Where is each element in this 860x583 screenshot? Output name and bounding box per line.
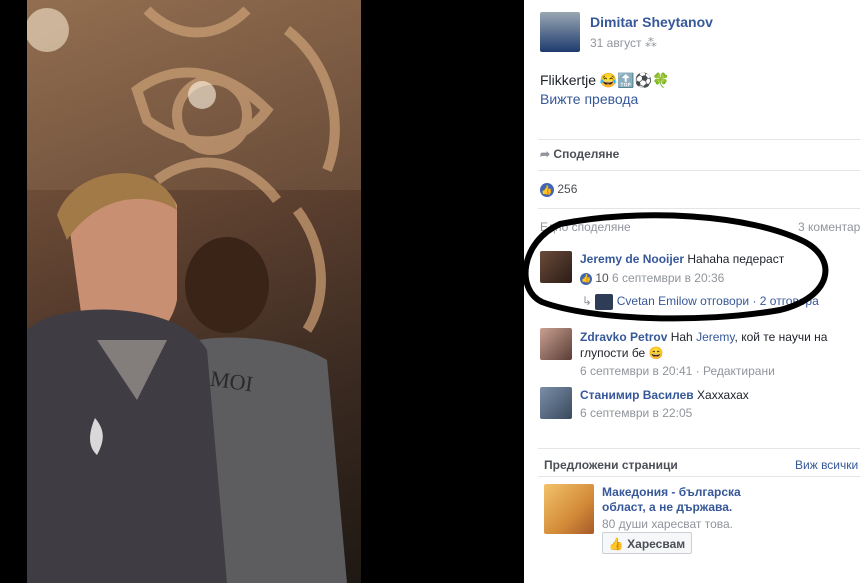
share-button[interactable]: ➦ Споделяне <box>540 147 619 161</box>
soccer-ball-emoji-icon: ⚽ <box>634 72 653 88</box>
laughing-emoji-icon: 😂 <box>599 72 618 88</box>
share-arrow-icon: ➦ <box>540 147 551 161</box>
thumbs-up-icon: 👍 <box>608 537 624 551</box>
comment-body: Станимир Василев Хаххахах <box>580 388 749 402</box>
like-thumb-icon: 👍 <box>540 182 554 197</box>
smile-emoji-icon: 😄 <box>648 346 664 360</box>
divider <box>538 139 860 140</box>
reactions-summary[interactable]: 👍 256 <box>540 182 577 197</box>
see-all-link[interactable]: Виж всички <box>795 458 858 472</box>
divider <box>538 448 860 449</box>
like-page-button[interactable]: 👍 Харесвам <box>602 532 692 554</box>
comment-edited[interactable]: · Редактирани <box>696 364 775 378</box>
share-label: Споделяне <box>553 147 620 161</box>
clover-emoji-icon: 🍀 <box>652 72 670 88</box>
divider <box>538 170 860 171</box>
commenter-avatar[interactable] <box>540 387 572 419</box>
suggested-pages-title: Предложени страници <box>544 458 678 472</box>
divider <box>538 476 860 477</box>
top-emoji-icon: 🔝 <box>617 72 635 88</box>
friends-icon: ⁂ <box>644 36 657 50</box>
suggested-page-likes: 80 души харесват това. <box>602 517 733 531</box>
post-photo[interactable]: BMOI <box>27 0 361 583</box>
comment-author[interactable]: Zdravko Petrov <box>580 330 667 344</box>
suggested-page-name[interactable]: Македония - българска област, а не държа… <box>602 485 741 515</box>
comment-mention[interactable]: Jeremy <box>696 330 734 344</box>
post-date-text[interactable]: 31 август <box>590 36 641 50</box>
author-avatar[interactable] <box>540 12 580 52</box>
suggested-page-image[interactable] <box>544 484 594 534</box>
comment-text: Хаххахах <box>697 388 749 402</box>
comment-meta: 6 септември в 20:41 · Редактирани <box>580 364 775 378</box>
comment-time[interactable]: 6 септември в 20:41 <box>580 364 692 378</box>
likes-count: 256 <box>557 182 578 196</box>
comment-text-line2: глупости бе <box>580 346 646 360</box>
annotation-oval-highlight <box>522 212 829 322</box>
suggested-page-name-line1: Македония - българска <box>602 485 741 499</box>
comment-text-prefix: Нah <box>670 330 693 344</box>
see-translation-link[interactable]: Вижте превода <box>540 91 638 107</box>
photo-viewer: BMOI <box>0 0 524 583</box>
like-page-label: Харесвам <box>627 537 686 551</box>
post-date[interactable]: 31 август ⁂ <box>590 36 657 50</box>
author-name[interactable]: Dimitar Sheytanov <box>590 14 713 30</box>
comment-time[interactable]: 6 септември в 22:05 <box>580 406 692 420</box>
selfie-illustration: BMOI <box>27 0 361 583</box>
post-text: Flikkertje 😂🔝⚽🍀 <box>540 72 670 89</box>
suggested-page-name-line2: област, а не държава. <box>602 500 733 514</box>
comment-body: Zdravko Petrov Нah Jeremy, кой те научи … <box>580 329 850 361</box>
commenter-avatar[interactable] <box>540 328 572 360</box>
post-text-content: Flikkertje <box>540 72 597 88</box>
comment-text-suffix: , кой те научи на <box>734 330 828 344</box>
divider <box>538 208 860 209</box>
comment-author[interactable]: Станимир Василев <box>580 388 694 402</box>
comment-meta: 6 септември в 22:05 <box>580 406 692 420</box>
